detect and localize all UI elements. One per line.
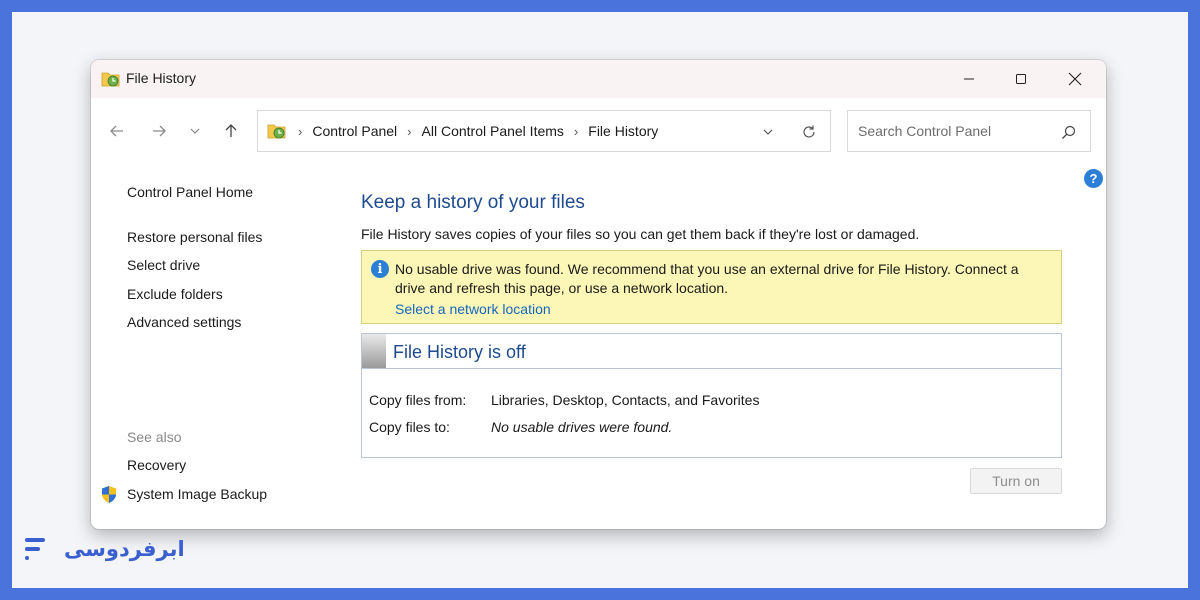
- copy-to-label: Copy files to:: [369, 419, 450, 435]
- maximize-button[interactable]: [995, 60, 1047, 98]
- system-image-backup-link[interactable]: System Image Backup: [127, 486, 267, 502]
- exclude-folders-link[interactable]: Exclude folders: [127, 286, 223, 302]
- info-icon: i: [371, 260, 389, 278]
- search-icon[interactable]: [1058, 122, 1078, 142]
- restore-personal-files-link[interactable]: Restore personal files: [127, 229, 262, 245]
- copy-from-value: Libraries, Desktop, Contacts, and Favori…: [491, 392, 760, 408]
- chevron-right-icon: ›: [573, 123, 579, 139]
- close-button[interactable]: [1049, 60, 1101, 98]
- brand-logo-icon: [25, 538, 45, 560]
- arrow-left-icon: [110, 125, 123, 137]
- sidebar: Control Panel Home Restore personal file…: [91, 162, 351, 522]
- file-history-app-icon: [101, 72, 120, 87]
- control-panel-home-link[interactable]: Control Panel Home: [127, 184, 253, 200]
- forward-button[interactable]: [146, 118, 172, 144]
- address-dropdown-button[interactable]: [758, 122, 778, 142]
- chevron-right-icon: ›: [407, 123, 412, 139]
- advanced-settings-link[interactable]: Advanced settings: [127, 314, 241, 330]
- file-history-window: File History › Control Panel › All Contr…: [91, 60, 1106, 529]
- search-input[interactable]: [858, 121, 1048, 141]
- address-bar[interactable]: › Control Panel › All Control Panel Item…: [257, 110, 831, 152]
- select-drive-link[interactable]: Select drive: [127, 257, 200, 273]
- refresh-button[interactable]: [798, 121, 820, 143]
- arrow-up-icon: [225, 124, 237, 137]
- refresh-icon: [803, 125, 815, 138]
- select-network-location-link[interactable]: Select a network location: [395, 301, 551, 317]
- status-title: File History is off: [393, 342, 526, 362]
- back-button[interactable]: [104, 118, 130, 144]
- up-button[interactable]: [218, 118, 244, 144]
- arrow-right-icon: [153, 125, 166, 137]
- status-header: File History is off: [362, 334, 1061, 369]
- breadcrumb-file-history[interactable]: File History: [588, 123, 658, 139]
- chevron-right-icon: ›: [298, 123, 303, 139]
- close-icon: [1068, 72, 1082, 86]
- page-title: Keep a history of your files: [361, 192, 585, 213]
- maximize-icon: [1016, 74, 1026, 84]
- title-bar: File History: [91, 60, 1106, 98]
- help-icon[interactable]: ?: [1084, 169, 1103, 188]
- chevron-down-icon: [190, 128, 200, 134]
- navigation-bar: › Control Panel › All Control Panel Item…: [91, 98, 1106, 162]
- shield-icon: [102, 486, 116, 503]
- turn-on-button[interactable]: Turn on: [970, 468, 1062, 494]
- breadcrumb-all-items[interactable]: All Control Panel Items: [422, 123, 564, 139]
- breadcrumb-control-panel[interactable]: Control Panel: [312, 123, 397, 139]
- minimize-button[interactable]: [943, 60, 995, 98]
- page-description: File History saves copies of your files …: [361, 226, 920, 242]
- recent-locations-button[interactable]: [184, 118, 206, 144]
- status-indicator: [362, 334, 386, 368]
- copy-to-value: No usable drives were found.: [491, 419, 673, 435]
- no-drive-info-box: i No usable drive was found. We recommen…: [361, 250, 1062, 324]
- file-history-status-panel: File History is off Copy files from: Lib…: [361, 333, 1062, 458]
- file-history-folder-icon: [267, 124, 286, 139]
- copy-from-label: Copy files from:: [369, 392, 467, 408]
- main-content: Keep a history of your files File Histor…: [361, 162, 1062, 522]
- recovery-link[interactable]: Recovery: [127, 457, 186, 473]
- minimize-icon: [964, 78, 974, 80]
- brand-name: ابرفردوسی: [64, 537, 185, 561]
- search-box: [847, 110, 1091, 152]
- breadcrumb: › Control Panel › All Control Panel Item…: [294, 123, 658, 139]
- see-also-label: See also: [127, 429, 182, 445]
- info-message: No usable drive was found. We recommend …: [395, 261, 1019, 296]
- window-title: File History: [126, 70, 197, 86]
- chevron-down-icon: [763, 129, 773, 135]
